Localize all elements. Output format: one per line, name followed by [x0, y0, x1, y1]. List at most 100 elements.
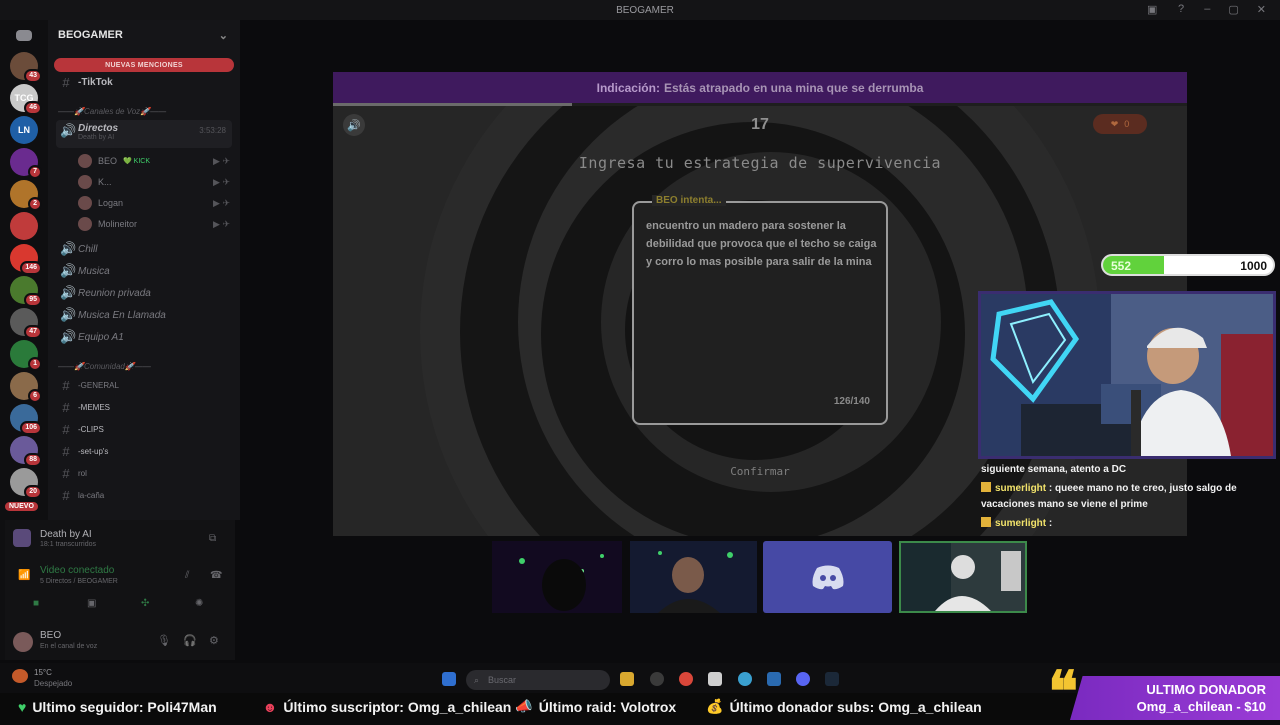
server-icon[interactable]: TCG 46 [10, 84, 42, 115]
microphone-icon[interactable]: 🎙 [157, 634, 171, 647]
voice-user[interactable]: Molineitor ▶ ✈ [78, 214, 230, 234]
channel-label: Musica En Llamada [78, 309, 166, 321]
notepad-icon[interactable] [708, 672, 722, 686]
participant-tile-active[interactable] [899, 541, 1027, 613]
voice-channel[interactable]: 🔊 Chill [60, 239, 232, 259]
hash-icon: # [62, 399, 70, 415]
voice-user[interactable]: K... ▶ ✈ [78, 172, 230, 192]
channel-tiktok[interactable]: # -TikTok [60, 72, 232, 92]
donor-title: ULTIMO DONADOR [1146, 682, 1266, 697]
voice-channel[interactable]: 🔊 Equipo A1 [60, 327, 232, 347]
app-icon[interactable] [767, 672, 781, 686]
server-icon[interactable]: 6 [10, 372, 42, 403]
participant-tile-discord[interactable] [763, 541, 892, 613]
kicks-label: KICKS [1167, 259, 1205, 273]
server-icon[interactable]: 146 [10, 244, 42, 275]
guild-header[interactable]: BEOGAMER ⌄ [48, 20, 240, 50]
headphones-icon[interactable]: 🎧 [183, 634, 197, 647]
disconnect-icon[interactable]: ☎ [210, 570, 222, 581]
github-icon[interactable] [650, 672, 664, 686]
server-icon[interactable]: LN [10, 116, 38, 144]
user-avatar[interactable] [13, 632, 33, 652]
discord-logo-icon [812, 565, 843, 590]
text-channel[interactable]: # -CLIPS [60, 419, 232, 439]
kicks-goal: 1000 [1240, 259, 1267, 273]
answer-textarea[interactable]: BEO intenta... encuentro un madero para … [632, 195, 888, 425]
text-channel[interactable]: # -set-up's [60, 441, 232, 461]
last-subscriber: Último suscriptor: Omg_a_chilean [283, 698, 512, 715]
chrome-icon[interactable] [679, 672, 693, 686]
category-community[interactable]: ——🚀Comunidad🚀—— [58, 362, 228, 371]
help-icon[interactable]: ? [1178, 3, 1184, 15]
minimize-icon[interactable]: – [1204, 3, 1210, 16]
voice-channel[interactable]: 🔊 Musica En Llamada [60, 305, 232, 325]
steam-icon[interactable] [825, 672, 839, 686]
channel-label: -GENERAL [78, 380, 119, 390]
server-icon[interactable]: 47 [10, 308, 42, 339]
noise-suppression-icon[interactable]: ⫽ [185, 570, 189, 581]
maximize-icon[interactable]: ▢ [1228, 3, 1238, 16]
answer-text: encuentro un madero para sostener la deb… [646, 220, 877, 268]
voice-channel[interactable]: 🔊 Reunion privada [60, 283, 232, 303]
guild-name: BEOGAMER [58, 29, 123, 41]
server-icon[interactable]: 95 [10, 276, 42, 307]
channel-label: Musica [78, 265, 110, 277]
participant-tile[interactable] [630, 541, 757, 613]
activities-button[interactable]: ✣ [125, 596, 173, 614]
signal-icon: 📶 [18, 570, 31, 581]
speaker-icon: 🔊 [60, 285, 77, 300]
chat-text: siguiente semana, atento a DC [981, 464, 1127, 475]
last-raid: Último raid: Volotrox [538, 698, 677, 715]
new-mentions-pill[interactable]: NUEVAS MENCIONES [54, 58, 234, 72]
server-icon[interactable]: 43 [10, 52, 42, 83]
channel-directos[interactable]: 🔊 Directos Death by AI 3:53:28 [56, 120, 232, 148]
discord-icon[interactable] [796, 672, 810, 686]
screen-share-icon: ▣ [87, 598, 97, 609]
avatar [78, 175, 92, 189]
server-icon[interactable] [10, 212, 38, 240]
windows-start-icon[interactable] [442, 672, 456, 686]
search-icon: ⌕ [474, 674, 480, 685]
voice-user[interactable]: Logan ▶ ✈ [78, 193, 230, 213]
voice-channel[interactable]: 🔊 Musica [60, 261, 232, 281]
server-icon[interactable]: 2 [10, 180, 42, 211]
soundboard-button[interactable]: ✺ [179, 596, 227, 614]
server-icon[interactable]: 20 [10, 468, 42, 499]
screen-share-button[interactable]: ▣ [71, 596, 119, 614]
participant-tile[interactable] [492, 541, 622, 613]
channel-label: Chill [78, 243, 98, 255]
unread-badge: 43 [24, 69, 42, 83]
server-icon[interactable]: 88 [10, 436, 42, 467]
popout-icon[interactable]: ⧉ [209, 533, 216, 544]
last-donor-subs: Último donador subs: Omg_a_chilean [729, 698, 982, 715]
taskbar-search[interactable]: ⌕ Buscar [466, 670, 610, 690]
inbox-icon[interactable]: ▣ [1147, 3, 1157, 16]
speaker-icon: 🔊 [60, 123, 77, 138]
close-icon[interactable]: ✕ [1257, 3, 1266, 16]
text-channel[interactable]: # la-caña [60, 485, 232, 505]
voice-user-name: BEO [98, 156, 118, 166]
category-voice[interactable]: ——🚀Canales de Voz🚀—— [58, 107, 228, 116]
voice-user[interactable]: BEO 💚 KICK ▶ ✈ [78, 151, 230, 171]
discord-home-icon[interactable] [16, 30, 32, 41]
server-icon[interactable]: 106 [10, 404, 42, 435]
text-channel[interactable]: # -GENERAL [60, 375, 232, 395]
hash-icon: # [62, 487, 70, 503]
unread-badge: 47 [24, 325, 42, 339]
megaphone-icon: 📣 [515, 698, 533, 714]
voice-panel: Death by AI 18:1 transcurridos ⧉ 📶 Video… [5, 520, 235, 660]
settings-gear-icon[interactable]: ⚙ [209, 634, 219, 647]
server-icon[interactable]: 7 [10, 148, 42, 179]
server-initials: LN [18, 125, 30, 135]
text-channel[interactable]: # rol [60, 463, 232, 483]
edge-icon[interactable] [738, 672, 752, 686]
chat-overlay: siguiente semana, atento a DC sumerlight … [981, 462, 1271, 535]
voice-user-tag: 💚 KICK [123, 158, 151, 165]
file-explorer-icon[interactable] [620, 672, 634, 686]
server-icon[interactable]: 1 [10, 340, 42, 371]
voice-status: Video conectado [40, 565, 115, 576]
camera-button[interactable]: ■ [17, 596, 65, 614]
char-counter: 126/140 [833, 396, 870, 407]
kicks-goal-bar: 552 KICKS 1000 [1101, 254, 1275, 276]
text-channel[interactable]: # -MEMES [60, 397, 232, 417]
